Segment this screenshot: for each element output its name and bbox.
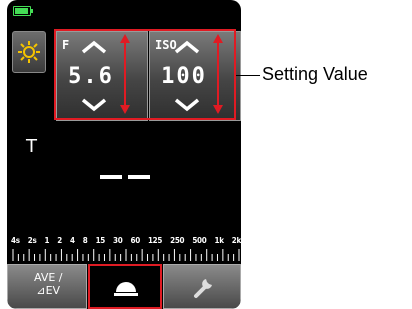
aperture-label: F [62,38,70,52]
average-ev-button[interactable]: AVE / ⊿EV [7,264,87,309]
iso-panel[interactable]: ISO 100 [149,31,241,121]
scale-label: 1k [214,236,224,245]
bottom-toolbar: AVE / ⊿EV [7,264,241,309]
aperture-adjust-arrow-icon [120,34,130,114]
scale-label: 4s [11,236,20,245]
measured-value-placeholder [100,164,156,183]
scale-ticks [12,249,240,261]
callout-line [236,75,260,76]
aperture-value: 5.6 [68,64,114,89]
light-receptor-button[interactable] [88,264,162,309]
measuring-mode-button[interactable] [12,31,46,73]
shutter-speed-scale: 4s 2s 1 2 4 8 15 30 60 125 250 500 1k 2k [11,236,241,246]
iso-down-arrow-icon[interactable] [174,98,200,112]
scale-label: 15 [95,236,106,245]
average-ev-label: AVE / ⊿EV [34,271,63,297]
scale-label: 2 [57,236,62,245]
callout-label: Setting Value [262,64,368,84]
scale-label: 1 [44,236,50,245]
scale-label: 60 [130,236,141,245]
measure-mode-letter: T [26,136,37,157]
scale-label: 250 [170,236,185,245]
scale-label: 2s [27,236,37,245]
scale-label: 8 [82,236,88,245]
settings-tool-button[interactable] [163,264,241,309]
scale-label: 125 [147,236,163,245]
battery-icon [13,6,33,16]
scale-label: 30 [113,236,123,245]
scale-label: 500 [192,236,207,245]
dome-icon [114,282,138,296]
iso-up-arrow-icon[interactable] [174,40,200,54]
scale-label: 4 [70,236,75,245]
iso-adjust-arrow-icon [213,34,223,114]
sun-icon [18,41,40,63]
iso-value: 100 [161,64,207,89]
wrench-icon [194,279,212,298]
aperture-down-arrow-icon[interactable] [81,98,107,112]
scale-label: 2k [231,236,241,245]
aperture-up-arrow-icon[interactable] [81,40,107,54]
aperture-panel[interactable]: F 5.6 [56,31,148,121]
